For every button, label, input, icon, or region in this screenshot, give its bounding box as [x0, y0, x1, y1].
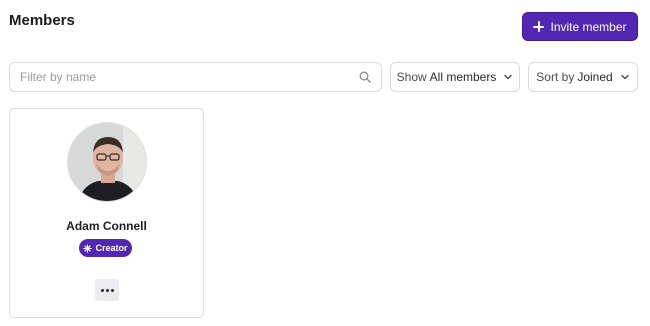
- chevron-down-icon: [504, 74, 513, 80]
- role-label: Creator: [95, 243, 128, 253]
- show-members-dropdown[interactable]: Show All members: [390, 62, 520, 92]
- invite-member-label: Invite member: [550, 19, 627, 34]
- sort-prefix: Sort by: [536, 70, 575, 84]
- plus-icon: [533, 21, 545, 32]
- page-title: Members: [9, 12, 75, 29]
- filter-by-name-field[interactable]: [9, 62, 382, 92]
- sort-by-dropdown[interactable]: Sort by Joined: [528, 62, 638, 92]
- member-name: Adam Connell: [66, 219, 147, 233]
- search-icon: [359, 71, 371, 83]
- more-dots-icon: [100, 288, 114, 292]
- more-options-button[interactable]: [95, 279, 119, 301]
- avatar: [67, 122, 147, 202]
- invite-member-button[interactable]: Invite member: [522, 12, 638, 41]
- show-value: All members: [429, 70, 497, 84]
- search-input[interactable]: [20, 70, 359, 84]
- chevron-down-icon: [620, 74, 629, 80]
- sort-value: Joined: [577, 70, 613, 84]
- sparkle-icon: [83, 243, 93, 253]
- show-prefix: Show: [396, 70, 427, 84]
- role-badge: Creator: [79, 239, 132, 257]
- member-card: Adam Connell Creator: [9, 108, 204, 318]
